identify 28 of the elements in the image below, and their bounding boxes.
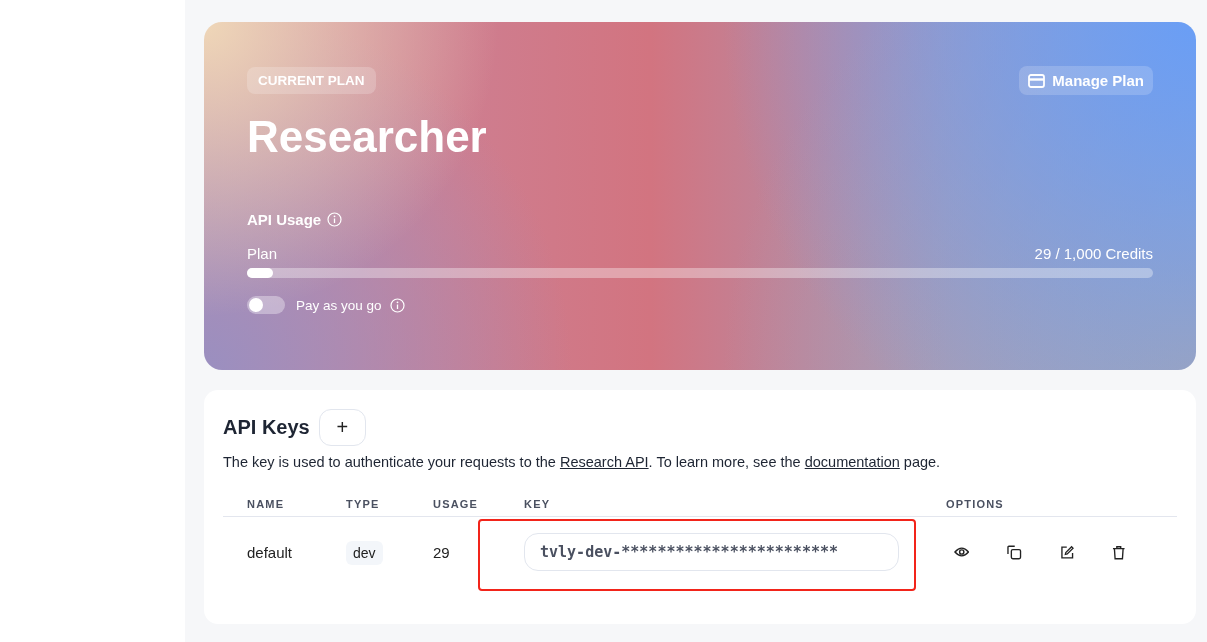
column-header: NAME — [247, 498, 286, 510]
info-icon[interactable] — [389, 297, 405, 313]
column-header: USAGE — [433, 498, 480, 510]
edit-icon[interactable] — [1059, 544, 1075, 560]
plan-name: Researcher — [247, 113, 488, 162]
pay-as-you-go-label: Pay as you go — [296, 297, 382, 313]
info-icon[interactable] — [327, 212, 343, 228]
card-icon — [1028, 73, 1046, 88]
eye-icon[interactable] — [954, 546, 970, 558]
column-header: OPTIONS — [946, 498, 1005, 510]
api-keys-title: API Keys — [223, 416, 310, 439]
credits-reading: 29 / 1,000 Credits — [1034, 245, 1153, 263]
column-header: TYPE — [346, 498, 381, 510]
key-name: default — [247, 543, 294, 561]
add-key-button[interactable]: + — [318, 409, 366, 446]
research-api-link[interactable]: Research API — [559, 454, 649, 470]
key-usage: 29 — [433, 543, 451, 561]
column-header: KEY — [524, 498, 552, 510]
key-type-tag: dev — [346, 540, 383, 565]
pay-as-you-go-toggle[interactable] — [247, 296, 285, 315]
api-key-field[interactable]: tvly-dev-************************ — [524, 533, 899, 571]
trash-icon[interactable] — [1112, 544, 1126, 560]
meter-label: Plan — [247, 245, 278, 263]
usage-title: API Usage — [247, 211, 322, 229]
description-text: The key is used to authenticate your requests to the Research API. To learn more, see the documentation page. — [223, 454, 942, 470]
documentation-link[interactable]: documentation — [804, 454, 900, 470]
plan-badge: CURRENT PLAN — [247, 67, 376, 94]
copy-icon[interactable] — [1007, 544, 1022, 560]
